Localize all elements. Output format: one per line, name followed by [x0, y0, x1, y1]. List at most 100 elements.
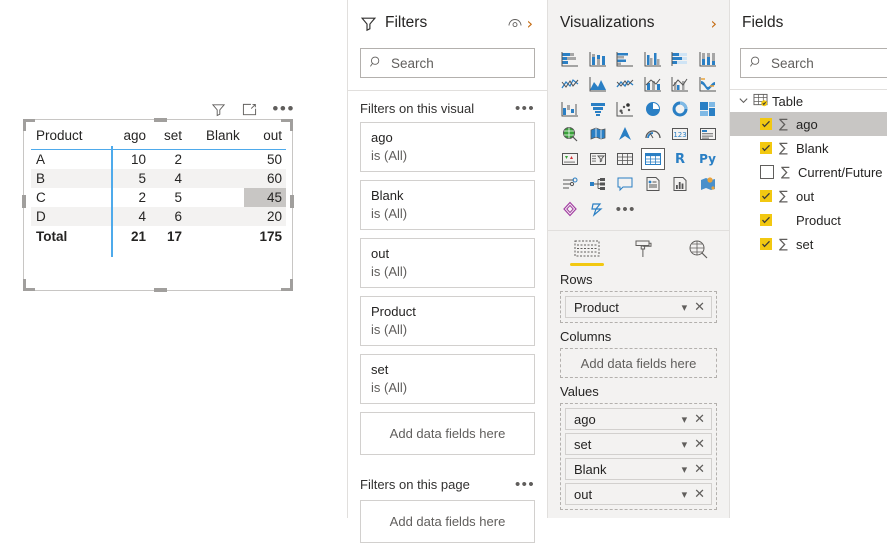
- cell-ago[interactable]: 4: [108, 207, 150, 226]
- stacked-bar-chart-icon[interactable]: [558, 48, 582, 70]
- chevron-down-icon[interactable]: ▾: [677, 488, 693, 501]
- table-icon[interactable]: [613, 148, 637, 170]
- fields-table-node[interactable]: Table: [730, 90, 887, 112]
- slicer-icon[interactable]: [586, 148, 610, 170]
- ribbon-chart-icon[interactable]: [696, 73, 720, 95]
- kpi-icon[interactable]: [558, 148, 582, 170]
- table-total-row[interactable]: Total 21 17 175: [31, 226, 286, 246]
- remove-field-icon[interactable]: ✕: [692, 486, 707, 502]
- chevron-down-icon[interactable]: ▾: [677, 438, 693, 451]
- filter-card-product[interactable]: Product is (All): [360, 296, 535, 346]
- chevron-down-icon[interactable]: ▾: [677, 463, 693, 476]
- checkbox-checked-icon[interactable]: [760, 214, 772, 226]
- chevron-down-icon[interactable]: [738, 94, 749, 109]
- treemap-icon[interactable]: [696, 98, 720, 120]
- power-apps-icon[interactable]: [558, 198, 582, 220]
- field-chip-product[interactable]: Product ▾ ✕: [565, 296, 712, 318]
- cell-out[interactable]: 20: [244, 207, 286, 226]
- donut-chart-icon[interactable]: [668, 98, 692, 120]
- column-header-product[interactable]: Product: [31, 126, 108, 150]
- cell-set[interactable]: 2: [150, 150, 186, 170]
- cell-blank[interactable]: [186, 207, 244, 226]
- table-row[interactable]: C 2 5 45: [31, 188, 286, 207]
- checkbox-checked-icon[interactable]: [760, 238, 772, 250]
- pie-chart-icon[interactable]: [641, 98, 665, 120]
- waterfall-chart-icon[interactable]: [558, 98, 582, 120]
- cell-set[interactable]: 6: [150, 207, 186, 226]
- field-item-current-future[interactable]: ∑ Current/Future: [730, 160, 887, 184]
- column-header-blank[interactable]: Blank: [186, 126, 244, 150]
- cell-blank[interactable]: [186, 188, 244, 207]
- arcgis-map-icon[interactable]: [613, 123, 637, 145]
- field-chip-out[interactable]: out ▾ ✕: [565, 483, 712, 505]
- well-rows[interactable]: Product ▾ ✕: [560, 291, 717, 323]
- area-chart-icon[interactable]: [586, 73, 610, 95]
- stacked-column-chart-icon[interactable]: [586, 48, 610, 70]
- python-visual-icon[interactable]: Py: [696, 148, 720, 170]
- chevron-down-icon[interactable]: ▾: [677, 413, 693, 426]
- matrix-table[interactable]: Product ago set Blank out A 10 2 50 B 5: [31, 126, 286, 257]
- card-icon[interactable]: 123: [668, 123, 692, 145]
- cell-product[interactable]: B: [31, 169, 108, 188]
- resize-handle-right[interactable]: [290, 195, 294, 208]
- table-row[interactable]: B 5 4 60: [31, 169, 286, 188]
- hide-filter-pane-eye-icon[interactable]: [507, 16, 523, 30]
- resize-handle-bottom[interactable]: [154, 288, 167, 292]
- filters-on-visual-dropzone[interactable]: Add data fields here: [360, 412, 535, 455]
- cell-product[interactable]: A: [31, 150, 108, 170]
- field-item-out[interactable]: ∑ out: [730, 184, 887, 208]
- key-influencers-icon[interactable]: [558, 173, 582, 195]
- line-and-stacked-column-chart-icon[interactable]: [641, 73, 665, 95]
- field-chip-set[interactable]: set ▾ ✕: [565, 433, 712, 455]
- resize-handle-left[interactable]: [22, 195, 26, 208]
- remove-field-icon[interactable]: ✕: [692, 436, 707, 452]
- decomposition-tree-icon[interactable]: [586, 173, 610, 195]
- collapse-filters-pane-chevron-icon[interactable]: ›: [523, 14, 537, 33]
- remove-field-icon[interactable]: ✕: [692, 411, 707, 427]
- checkbox-checked-icon[interactable]: [760, 190, 772, 202]
- filters-on-page-more-icon[interactable]: •••: [515, 477, 535, 492]
- format-tab[interactable]: [626, 239, 660, 266]
- remove-field-icon[interactable]: ✕: [692, 461, 707, 477]
- cell-out[interactable]: 50: [244, 150, 286, 170]
- checkbox-checked-icon[interactable]: [760, 118, 772, 130]
- azure-map-icon[interactable]: [696, 173, 720, 195]
- resize-handle-top[interactable]: [154, 118, 167, 122]
- cell-set[interactable]: 4: [150, 169, 186, 188]
- more-options-icon[interactable]: •••: [272, 100, 295, 117]
- chevron-down-icon[interactable]: ▾: [677, 301, 693, 314]
- field-chip-blank[interactable]: Blank ▾ ✕: [565, 458, 712, 480]
- filters-search-input[interactable]: Search: [360, 48, 535, 78]
- fields-search-input[interactable]: Search: [740, 48, 887, 78]
- power-automate-icon[interactable]: [586, 198, 610, 220]
- filters-on-visual-more-icon[interactable]: •••: [515, 101, 535, 116]
- r-script-visual-icon[interactable]: R: [668, 148, 692, 170]
- stacked-area-chart-icon[interactable]: [613, 73, 637, 95]
- cell-product[interactable]: C: [31, 188, 108, 207]
- field-chip-ago[interactable]: ago ▾ ✕: [565, 408, 712, 430]
- resize-handle-tl-v[interactable]: [23, 119, 26, 131]
- field-item-product[interactable]: ∑ Product: [730, 208, 887, 232]
- table-row[interactable]: A 10 2 50: [31, 150, 286, 170]
- cell-ago[interactable]: 10: [108, 150, 150, 170]
- field-item-set[interactable]: ∑ set: [730, 232, 887, 256]
- checkbox-unchecked-icon[interactable]: [760, 165, 774, 179]
- clustered-column-chart-icon[interactable]: [641, 48, 665, 70]
- analytics-tab[interactable]: [682, 239, 716, 266]
- cell-out[interactable]: 60: [244, 169, 286, 188]
- field-item-blank[interactable]: ∑ Blank: [730, 136, 887, 160]
- map-icon[interactable]: [558, 123, 582, 145]
- cell-blank[interactable]: [186, 150, 244, 170]
- funnel-chart-icon[interactable]: [586, 98, 610, 120]
- cell-ago[interactable]: 2: [108, 188, 150, 207]
- resize-handle-tr-v[interactable]: [290, 119, 293, 131]
- filter-card-set[interactable]: set is (All): [360, 354, 535, 404]
- filters-on-page-dropzone[interactable]: Add data fields here: [360, 500, 535, 543]
- resize-handle-br-v[interactable]: [290, 279, 293, 291]
- scatter-chart-icon[interactable]: [613, 98, 637, 120]
- filter-icon[interactable]: [210, 100, 227, 118]
- cell-blank[interactable]: [186, 169, 244, 188]
- 100-stacked-column-chart-icon[interactable]: [696, 48, 720, 70]
- filter-card-blank[interactable]: Blank is (All): [360, 180, 535, 230]
- cell-ago[interactable]: 5: [108, 169, 150, 188]
